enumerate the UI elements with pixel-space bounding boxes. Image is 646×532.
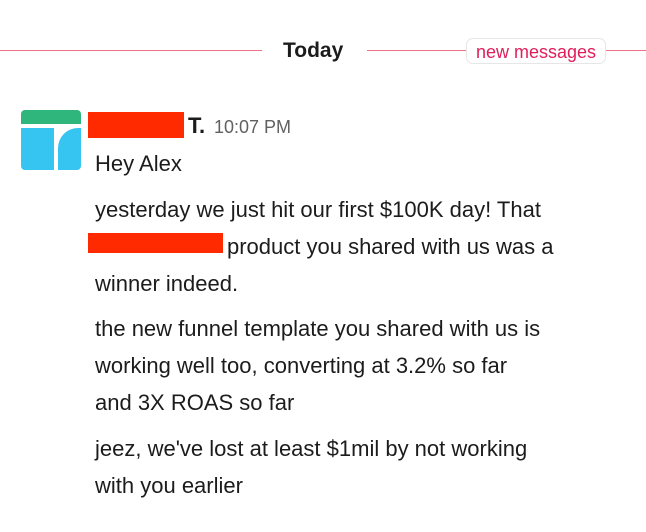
- avatar-bottom-right-shape: [58, 128, 81, 170]
- redaction-product-name: [88, 233, 223, 253]
- redaction-author-name: [88, 112, 184, 138]
- message-line: jeez, we've lost at least $1mil by not w…: [95, 436, 528, 461]
- avatar[interactable]: [21, 110, 81, 170]
- message-line: yesterday we just hit our first $100K da…: [95, 197, 541, 222]
- divider-line-left: [0, 50, 262, 51]
- message-line: working well too, converting at 3.2% so …: [95, 353, 508, 378]
- avatar-bottom-left-shape: [21, 128, 54, 170]
- message-line: with you earlier: [95, 473, 243, 498]
- message-line: the new funnel template you shared with …: [95, 316, 541, 341]
- avatar-top-shape: [21, 110, 81, 124]
- new-messages-badge[interactable]: new messages: [466, 38, 607, 64]
- message-text-1: Hey Alex: [95, 145, 635, 182]
- day-divider-label[interactable]: Today: [283, 38, 343, 64]
- author-name-suffix: T.: [188, 113, 206, 138]
- message-text-4: jeez, we've lost at least $1mil by not w…: [95, 430, 635, 504]
- message-line: winner indeed.: [95, 271, 239, 296]
- message-timestamp[interactable]: 10:07 PM: [214, 115, 291, 139]
- message-line: Hey Alex: [95, 151, 182, 176]
- message-text-3: the new funnel template you shared with …: [95, 310, 635, 421]
- message-line: and 3X ROAS so far: [95, 390, 295, 415]
